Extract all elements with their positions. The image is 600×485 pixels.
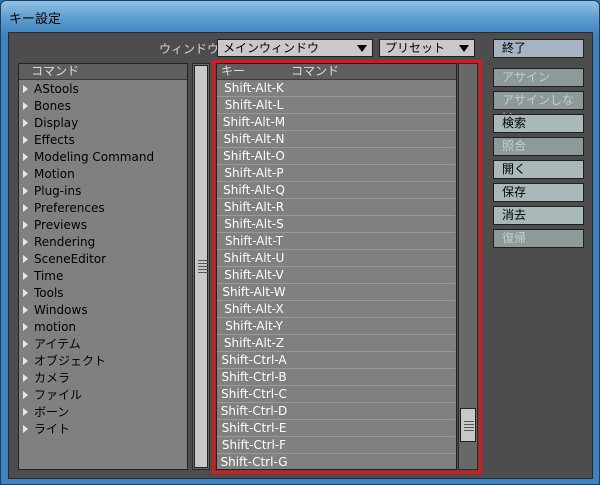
list-item[interactable]: SceneEditor [23, 251, 106, 268]
list-item[interactable]: Bones [23, 98, 71, 115]
expand-triangle-icon[interactable] [23, 153, 28, 161]
expand-triangle-icon[interactable] [23, 408, 28, 416]
chevron-down-icon [459, 45, 469, 52]
list-item-label: Rendering [34, 235, 96, 249]
list-item[interactable]: ライト [23, 421, 70, 438]
list-item[interactable]: AStools [23, 81, 79, 98]
expand-triangle-icon[interactable] [23, 85, 28, 93]
list-item-label: Windows [34, 303, 88, 317]
expand-triangle-icon[interactable] [23, 323, 28, 331]
list-item[interactable]: Motion [23, 166, 75, 183]
expand-triangle-icon[interactable] [23, 391, 28, 399]
expand-triangle-icon[interactable] [23, 204, 28, 212]
command-list[interactable]: コマンド AStools Bones Display Effects Modeling … [18, 63, 188, 470]
preset-select-value: プリセット [385, 41, 446, 55]
list-item-label: アイテム [34, 337, 81, 351]
expand-triangle-icon[interactable] [23, 119, 28, 127]
list-item[interactable]: Plug-ins [23, 183, 81, 200]
key-settings-window: キー設定 ウィンドウ メインウィンドウ プリセット 終了アサインアサインしない検… [0, 0, 600, 485]
grip-line [198, 263, 208, 264]
scrollbar-thumb[interactable] [194, 65, 208, 468]
list-item[interactable]: Effects [23, 132, 75, 149]
save-button[interactable]: 保存 [493, 183, 584, 202]
list-item[interactable]: Time [23, 268, 63, 285]
end-button[interactable]: 終了 [493, 39, 584, 58]
unassign-button: アサインしない [493, 91, 584, 124]
expand-triangle-icon[interactable] [23, 102, 28, 110]
list-item[interactable]: オブジェクト [23, 353, 106, 370]
window-label: ウィンドウ [159, 42, 220, 56]
list-item-label: SceneEditor [34, 252, 107, 266]
list-item-label: Motion [34, 167, 75, 181]
list-item-label: Effects [34, 133, 75, 147]
clear-button[interactable]: 消去 [493, 206, 584, 225]
expand-triangle-icon[interactable] [23, 357, 28, 365]
list-item-label: Preferences [34, 201, 105, 215]
list-item-label: Bones [34, 99, 71, 113]
revert-button: 復帰 [493, 229, 584, 248]
grip-line [198, 272, 208, 273]
preset-select[interactable]: プリセット [379, 39, 475, 57]
list-item-label: ボーン [34, 405, 70, 419]
window-select[interactable]: メインウィンドウ [217, 39, 373, 57]
expand-triangle-icon[interactable] [23, 187, 28, 195]
list-item[interactable]: Display [23, 115, 78, 132]
list-item[interactable]: Tools [23, 285, 64, 302]
open-button[interactable]: 開く [493, 160, 584, 179]
list-item-label: カメラ [34, 371, 71, 385]
list-item-label: Plug-ins [34, 184, 82, 198]
list-item[interactable]: Preferences [23, 200, 105, 217]
grip-line [198, 269, 208, 270]
highlight-box [212, 60, 482, 474]
list-item-label: オブジェクト [34, 354, 107, 368]
title-bar[interactable]: キー設定 [1, 1, 599, 31]
expand-triangle-icon[interactable] [23, 340, 28, 348]
list-item-label: ライト [34, 422, 71, 436]
list-item[interactable]: Modeling Command [23, 149, 154, 166]
list-item-label: Modeling Command [34, 150, 155, 164]
expand-triangle-icon[interactable] [23, 255, 28, 263]
expand-triangle-icon[interactable] [23, 425, 28, 433]
command-list-scrollbar[interactable] [192, 63, 210, 470]
list-item-label: ファイル [34, 388, 83, 402]
list-item[interactable]: motion [23, 319, 76, 336]
search-button[interactable]: 検索 [493, 114, 584, 133]
chevron-down-icon [357, 45, 367, 52]
grip-line [198, 260, 208, 261]
expand-triangle-icon[interactable] [23, 170, 28, 178]
list-item[interactable]: Rendering [23, 234, 95, 251]
compare-button: 照合 [493, 137, 584, 156]
command-list-header: コマンド [19, 64, 187, 80]
list-item[interactable]: ボーン [23, 404, 69, 421]
expand-triangle-icon[interactable] [23, 272, 28, 280]
list-item[interactable]: ファイル [23, 387, 82, 404]
list-item-label: Display [34, 116, 79, 130]
list-item-label: Time [34, 269, 64, 283]
expand-triangle-icon[interactable] [23, 374, 28, 382]
list-item[interactable]: アイテム [23, 336, 81, 353]
assign-button: アサイン [493, 68, 584, 87]
expand-triangle-icon[interactable] [23, 289, 28, 297]
window-title: キー設定 [9, 12, 62, 27]
expand-triangle-icon[interactable] [23, 221, 28, 229]
expand-triangle-icon[interactable] [23, 306, 28, 314]
list-item-label: AStools [34, 82, 79, 96]
expand-triangle-icon[interactable] [23, 136, 28, 144]
list-item-label: motion [34, 320, 77, 334]
list-item[interactable]: Windows [23, 302, 88, 319]
list-item-label: Previews [34, 218, 87, 232]
window-select-value: メインウィンドウ [223, 41, 320, 55]
list-item[interactable]: Previews [23, 217, 87, 234]
list-item-label: Tools [34, 286, 64, 300]
list-item[interactable]: カメラ [23, 370, 70, 387]
expand-triangle-icon[interactable] [23, 238, 28, 246]
grip-line [198, 266, 208, 267]
